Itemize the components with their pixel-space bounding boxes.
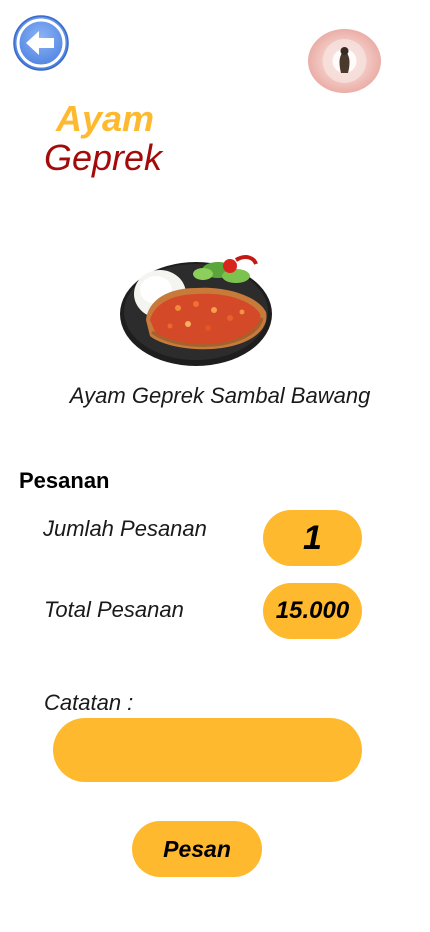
note-label: Catatan : bbox=[44, 690, 134, 715]
note-input[interactable] bbox=[53, 718, 362, 782]
quantity-label: Jumlah Pesanan bbox=[43, 516, 207, 541]
back-button[interactable] bbox=[13, 15, 69, 71]
fried-chicken-with-rice-image bbox=[120, 255, 272, 366]
profile-avatar bbox=[322, 39, 367, 83]
order-section-title: Pesanan bbox=[19, 468, 110, 493]
product-image bbox=[118, 248, 278, 370]
total-value: 15.000 bbox=[263, 583, 362, 639]
arrow-left-icon bbox=[13, 15, 69, 71]
total-label: Total Pesanan bbox=[44, 597, 184, 622]
page-title-secondary: Geprek bbox=[44, 137, 163, 178]
order-button[interactable]: Pesan bbox=[132, 821, 262, 877]
quantity-value[interactable]: 1 bbox=[263, 510, 362, 566]
avatar[interactable] bbox=[308, 29, 381, 93]
product-name: Ayam Geprek Sambal Bawang bbox=[69, 383, 371, 408]
